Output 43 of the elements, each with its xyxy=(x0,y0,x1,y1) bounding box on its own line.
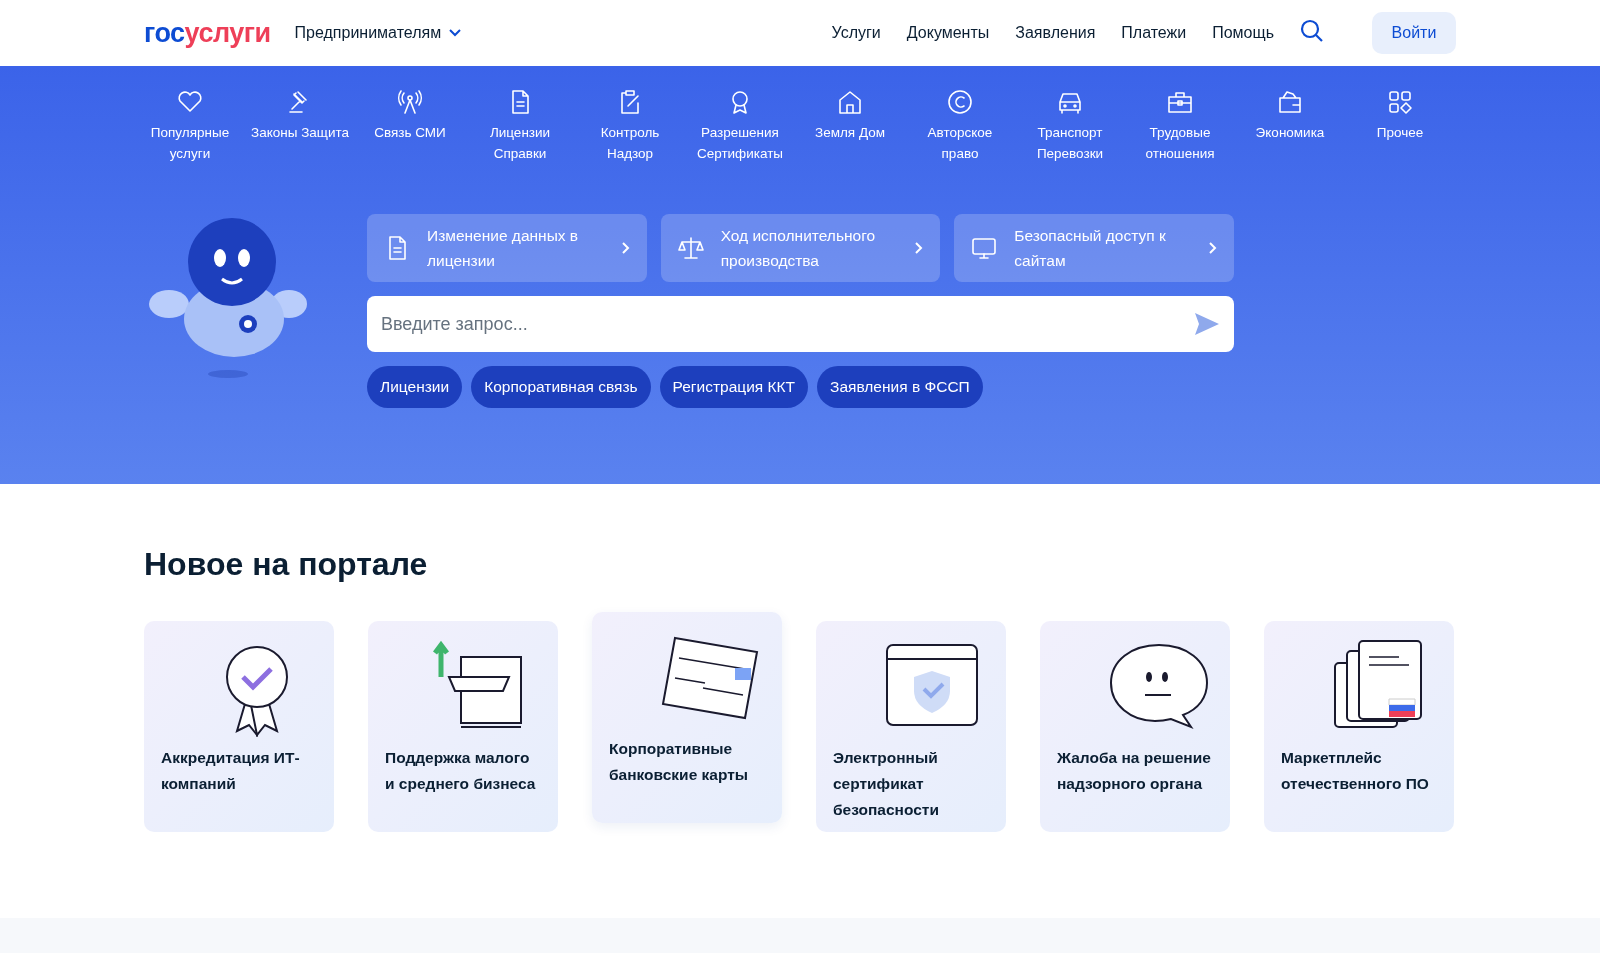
category-link[interactable]: Трудовые отношения xyxy=(1125,88,1235,164)
suggestion-chip[interactable]: Регистрация ККТ xyxy=(659,366,809,408)
antenna-icon xyxy=(396,88,424,116)
audience-dropdown[interactable]: Предпринимателям xyxy=(294,24,462,42)
category-link[interactable]: Авторское право xyxy=(905,88,1015,164)
chevron-icon xyxy=(1208,241,1218,255)
nav-link[interactable]: Платежи xyxy=(1121,24,1187,42)
grid-icon xyxy=(1386,88,1414,116)
login-button[interactable]: Войти xyxy=(1372,12,1456,54)
category-link[interactable]: Связь СМИ xyxy=(355,88,465,164)
wallet-icon xyxy=(1276,88,1304,116)
chevron-icon xyxy=(620,241,631,255)
category-link[interactable]: Прочее xyxy=(1345,88,1455,164)
news-card[interactable]: Корпоративные банковские карты xyxy=(592,612,782,823)
suggestion-chip[interactable]: Заявления в ФССП xyxy=(817,366,983,408)
section-title: Новое на портале xyxy=(144,546,429,583)
copyright-icon xyxy=(946,88,974,116)
search-icon[interactable] xyxy=(1300,19,1324,43)
caret-icon xyxy=(449,29,462,37)
news-card[interactable]: Электронный сертификат безопасности xyxy=(816,621,1006,832)
category-link[interactable]: Популярные услуги xyxy=(135,88,245,164)
category-link[interactable]: Лицензии Справки xyxy=(465,88,575,164)
news-card[interactable]: Маркетплейс отечественного ПО xyxy=(1264,621,1454,832)
news-card[interactable]: Жалоба на решение надзорного органа xyxy=(1040,621,1230,832)
chevron-icon xyxy=(914,241,925,255)
category-link[interactable]: Экономика xyxy=(1235,88,1345,164)
logo[interactable]: госуслуги xyxy=(144,17,271,49)
category-link[interactable]: Земля Дом xyxy=(795,88,905,164)
nav-link[interactable]: Заявления xyxy=(1015,24,1096,42)
suggestion-chip[interactable]: Лицензии xyxy=(367,366,463,408)
search-field[interactable]: Введите запрос... xyxy=(367,296,1234,352)
category-link[interactable]: Законы Защита xyxy=(245,88,355,164)
news-card[interactable]: Поддержка малого и среднего бизнеса xyxy=(368,621,558,832)
category-link[interactable]: Контроль Надзор xyxy=(575,88,685,164)
nav-link[interactable]: Услуги xyxy=(831,24,881,42)
nav-link[interactable]: Документы xyxy=(906,24,990,42)
house-icon xyxy=(836,88,864,116)
category-link[interactable]: Разрешения Сертификаты xyxy=(685,88,795,164)
scales-icon xyxy=(676,234,705,262)
nav-link[interactable]: Помощь xyxy=(1212,24,1274,42)
category-link[interactable]: Транспорт Перевозки xyxy=(1015,88,1125,164)
suggestion-chip[interactable]: Корпоративная связь xyxy=(471,366,651,408)
news-card[interactable]: Аккредитация ИТ-компаний xyxy=(144,621,334,832)
